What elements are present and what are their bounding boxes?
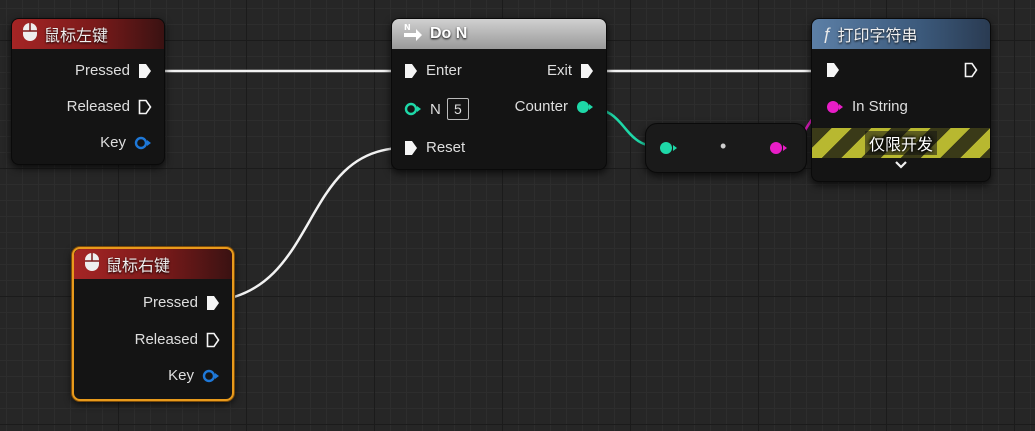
exec-out-pin-filled-icon[interactable]: [580, 63, 594, 79]
int-in-pin-icon[interactable]: [658, 141, 680, 155]
int-pin-hollow-icon[interactable]: [404, 102, 422, 116]
n-pin-row[interactable]: N 5: [404, 98, 469, 120]
key-pin-row[interactable]: Key: [100, 134, 152, 151]
mouse-icon: [22, 22, 38, 47]
exec-wire-right-pressed-to-reset: [213, 146, 403, 303]
pin-label: Released: [134, 331, 198, 348]
exec-out-pin-filled-icon[interactable]: [206, 295, 220, 311]
int-pin-filled-icon[interactable]: [576, 100, 594, 114]
n-value-input[interactable]: 5: [446, 98, 469, 120]
exec-out-pin-row[interactable]: [964, 62, 978, 78]
key-pin-row[interactable]: Key: [168, 367, 220, 384]
node-header[interactable]: N Do N: [392, 19, 606, 49]
node-title: 打印字符串: [837, 28, 918, 45]
pin-label: Key: [100, 134, 126, 151]
node-header[interactable]: 鼠标左键: [12, 19, 164, 49]
pin-label: N: [430, 100, 441, 118]
enter-pin-row[interactable]: Enter: [404, 62, 462, 79]
exec-in-pin-filled-icon[interactable]: [404, 63, 418, 79]
do-n-node[interactable]: N Do N Enter N 5 Reset Exit Counter: [391, 18, 607, 170]
string-out-pin-icon[interactable]: [768, 141, 790, 155]
pin-label: Exit: [546, 62, 572, 79]
do-n-icon: N: [402, 23, 424, 46]
in-string-pin-row[interactable]: In String: [826, 98, 908, 115]
left-mouse-button-node[interactable]: 鼠标左键 Pressed Released Key: [11, 18, 165, 165]
int-to-string-conversion-node[interactable]: •: [645, 123, 807, 173]
node-title: Do N: [430, 25, 468, 42]
exec-out-pin-hollow-icon[interactable]: [138, 99, 152, 115]
print-string-node[interactable]: ƒ 打印字符串 In String 仅限开发: [811, 18, 991, 182]
exit-pin-row[interactable]: Exit: [547, 62, 594, 79]
released-pin-row[interactable]: Released: [67, 98, 152, 115]
counter-pin-row[interactable]: Counter: [515, 98, 594, 115]
exec-in-pin-row[interactable]: [826, 62, 840, 78]
right-mouse-button-node[interactable]: 鼠标右键 Pressed Released Key: [72, 247, 234, 401]
pin-label: In String: [852, 98, 908, 115]
struct-pin-icon[interactable]: [202, 369, 220, 383]
node-title: 鼠标左键: [44, 28, 109, 45]
node-header[interactable]: 鼠标右键: [74, 249, 232, 279]
chevron-down-icon[interactable]: [894, 158, 908, 176]
exec-out-pin-filled-icon[interactable]: [138, 63, 152, 79]
struct-pin-icon[interactable]: [134, 136, 152, 150]
node-title: 鼠标右键: [106, 258, 171, 275]
pressed-pin-row[interactable]: Pressed: [75, 62, 152, 79]
pin-label: Pressed: [74, 62, 130, 79]
reset-pin-row[interactable]: Reset: [404, 139, 465, 156]
exec-in-pin-filled-icon[interactable]: [404, 140, 418, 156]
released-pin-row[interactable]: Released: [135, 331, 220, 348]
conversion-dot-icon: •: [720, 136, 727, 156]
pin-label: Key: [168, 367, 194, 384]
exec-out-pin-hollow-icon[interactable]: [206, 332, 220, 348]
exec-out-pin-hollow-icon[interactable]: [964, 62, 978, 78]
exec-in-pin-filled-icon[interactable]: [826, 62, 840, 78]
development-only-label: 仅限开发: [864, 131, 937, 155]
node-header[interactable]: ƒ 打印字符串: [812, 19, 990, 49]
svg-text:N: N: [404, 23, 411, 32]
pin-label: Enter: [426, 62, 462, 79]
pin-label: Pressed: [142, 294, 198, 311]
pin-label: Reset: [426, 139, 466, 156]
pin-label: Released: [66, 98, 130, 115]
string-in-pin-icon[interactable]: [826, 100, 844, 114]
mouse-icon: [84, 252, 100, 277]
function-icon: ƒ: [822, 24, 832, 43]
pressed-pin-row[interactable]: Pressed: [143, 294, 220, 311]
development-only-banner: 仅限开发: [812, 128, 990, 158]
pin-label: Counter: [514, 98, 568, 115]
